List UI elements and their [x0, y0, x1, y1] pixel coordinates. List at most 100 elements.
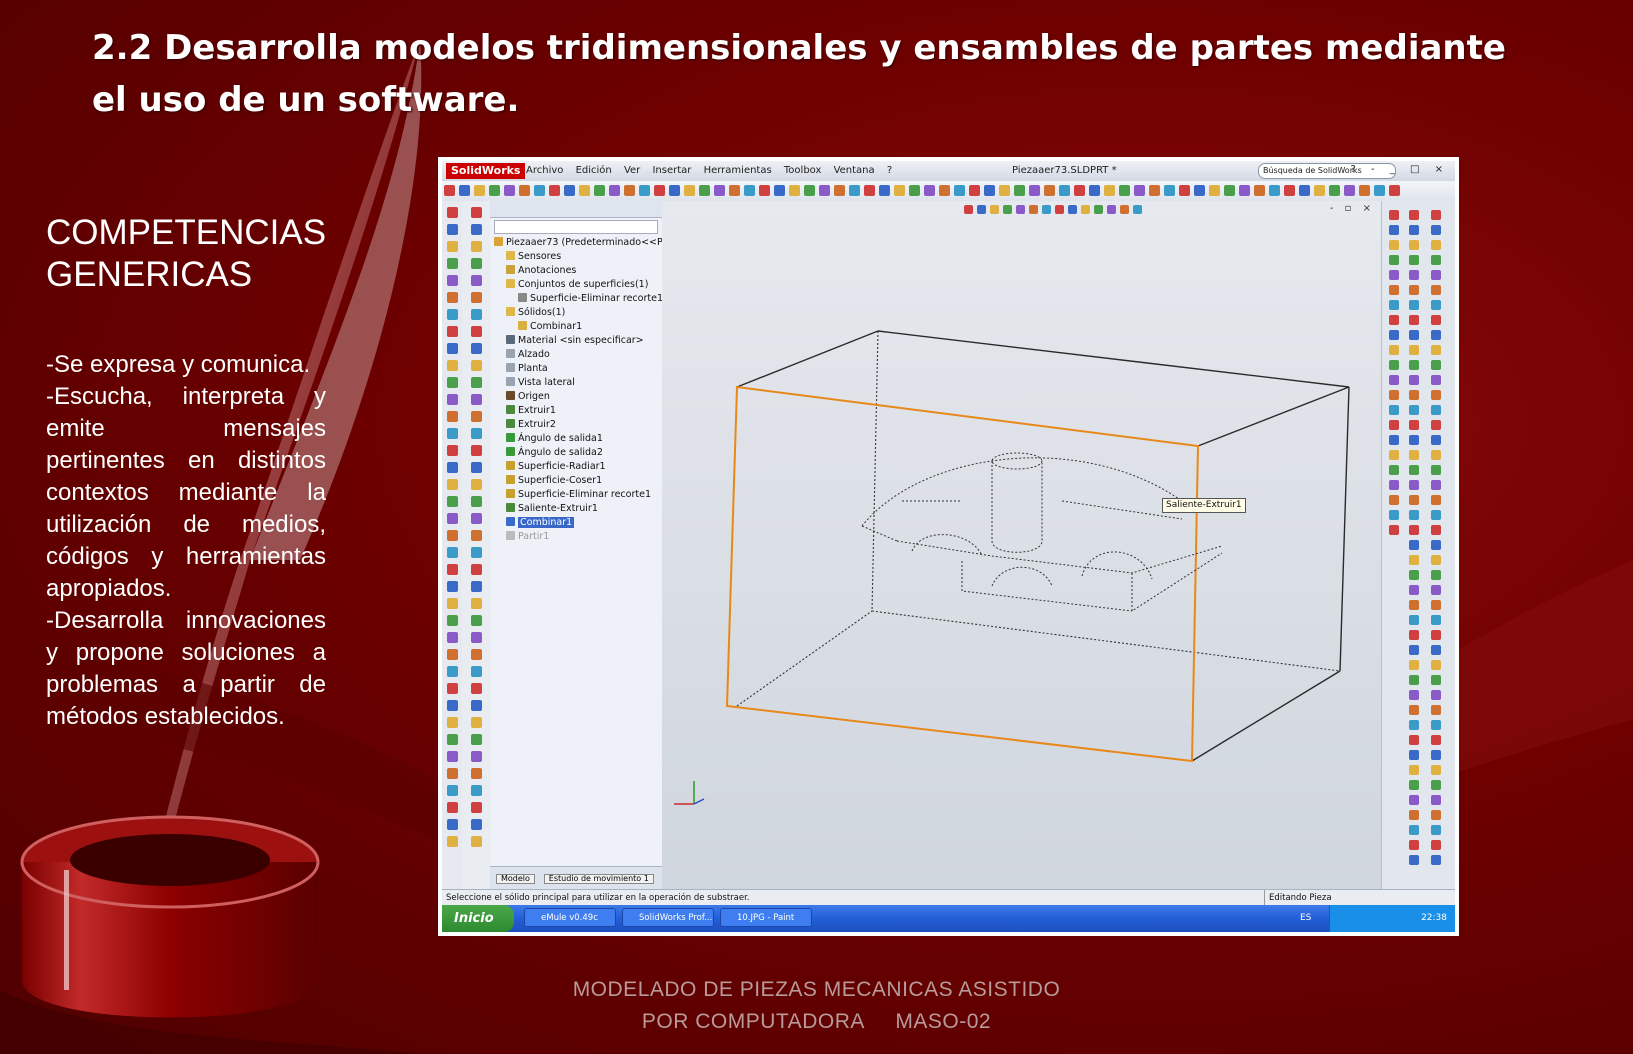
toolbar-tool-icon[interactable] — [1431, 645, 1441, 655]
tab-estudio-movimiento[interactable]: Estudio de movimiento 1 — [543, 874, 654, 884]
toolbar-tool-icon[interactable] — [1409, 240, 1419, 250]
toolbar-tool-icon[interactable] — [864, 185, 875, 196]
toolbar-tool-icon[interactable] — [470, 547, 482, 558]
toolbar-tool-icon[interactable] — [470, 700, 482, 711]
tree-item[interactable]: Alzado — [490, 348, 662, 362]
toolbar-tool-icon[interactable] — [1409, 405, 1419, 415]
toolbar-tool-icon[interactable] — [1179, 185, 1190, 196]
tree-item[interactable]: Conjuntos de superficies(1) — [490, 278, 662, 292]
toolbar-tool-icon[interactable] — [1409, 210, 1419, 220]
toolbar-tool-icon[interactable] — [1409, 390, 1419, 400]
toolbar-tool-icon[interactable] — [1254, 185, 1265, 196]
toolbar-tool-icon[interactable] — [1359, 185, 1370, 196]
toolbar-tool-icon[interactable] — [474, 185, 485, 196]
toolbar-tool-icon[interactable] — [1431, 705, 1441, 715]
toolbar-tool-icon[interactable] — [1431, 750, 1441, 760]
toolbar-tool-icon[interactable] — [1389, 240, 1399, 250]
toolbar-tool-icon[interactable] — [470, 292, 482, 303]
toolbar-tool-icon[interactable] — [1329, 185, 1340, 196]
toolbar-tool-icon[interactable] — [1389, 450, 1399, 460]
toolbar-tool-icon[interactable] — [804, 185, 815, 196]
toolbar-tool-icon[interactable] — [1119, 185, 1130, 196]
toolbar-tool-icon[interactable] — [446, 700, 458, 711]
toolbar-tool-icon[interactable] — [1389, 330, 1399, 340]
toolbar-tool-icon[interactable] — [1409, 480, 1419, 490]
toolbar-tool-icon[interactable] — [446, 394, 458, 405]
toolbar-tool-icon[interactable] — [1389, 225, 1399, 235]
tree-item[interactable]: Sólidos(1) — [490, 306, 662, 320]
tree-item[interactable]: Material <sin especificar> — [490, 334, 662, 348]
toolbar-tool-icon[interactable] — [470, 717, 482, 728]
toolbar-tool-icon[interactable] — [1409, 420, 1419, 430]
solidworks-logo[interactable]: SolidWorks — [446, 163, 526, 179]
toolbar-tool-icon[interactable] — [1059, 185, 1070, 196]
toolbar-tool-icon[interactable] — [446, 207, 458, 218]
toolbar-tool-icon[interactable] — [654, 185, 665, 196]
toolbar-tool-icon[interactable] — [1431, 375, 1441, 385]
tree-item[interactable]: Sensores — [490, 250, 662, 264]
toolbar-tool-icon[interactable] — [1431, 255, 1441, 265]
toolbar-tool-icon[interactable] — [1389, 315, 1399, 325]
menu-help[interactable]: ? — [887, 165, 892, 176]
toolbar-tool-icon[interactable] — [1431, 825, 1441, 835]
toolbar-tool-icon[interactable] — [1431, 795, 1441, 805]
toolbar-tool-icon[interactable] — [1431, 555, 1441, 565]
toolbar-tool-icon[interactable] — [1409, 555, 1419, 565]
taskbar-solidworks[interactable]: SolidWorks Prof... — [622, 908, 714, 927]
toolbar-tool-icon[interactable] — [470, 207, 482, 218]
toolbar-tool-icon[interactable] — [470, 462, 482, 473]
toolbar-tool-icon[interactable] — [1389, 285, 1399, 295]
toolbar-tool-icon[interactable] — [446, 751, 458, 762]
toolbar-tool-icon[interactable] — [470, 768, 482, 779]
toolbar-tool-icon[interactable] — [1431, 300, 1441, 310]
toolbar-tool-icon[interactable] — [1431, 345, 1441, 355]
toolbar-tool-icon[interactable] — [1431, 765, 1441, 775]
toolbar-tool-icon[interactable] — [609, 185, 620, 196]
toolbar-tool-icon[interactable] — [1409, 795, 1419, 805]
toolbar-tool-icon[interactable] — [1409, 270, 1419, 280]
toolbar-tool-icon[interactable] — [1431, 285, 1441, 295]
toolbar-tool-icon[interactable] — [1239, 185, 1250, 196]
toolbar-tool-icon[interactable] — [1431, 720, 1441, 730]
toolbar-tool-icon[interactable] — [1431, 480, 1441, 490]
tree-filter-input[interactable] — [494, 220, 658, 234]
toolbar-tool-icon[interactable] — [446, 224, 458, 235]
toolbar-tool-icon[interactable] — [1409, 300, 1419, 310]
toolbar-tool-icon[interactable] — [1409, 450, 1419, 460]
toolbar-tool-icon[interactable] — [1409, 780, 1419, 790]
toolbar-tool-icon[interactable] — [1389, 300, 1399, 310]
toolbar-tool-icon[interactable] — [446, 785, 458, 796]
toolbar-tool-icon[interactable] — [446, 598, 458, 609]
toolbar-tool-icon[interactable] — [470, 683, 482, 694]
toolbar-tool-icon[interactable] — [504, 185, 515, 196]
toolbar-tool-icon[interactable] — [1409, 825, 1419, 835]
manager-tabs[interactable] — [490, 201, 662, 218]
toolbar-tool-icon[interactable] — [744, 185, 755, 196]
toolbar-tool-icon[interactable] — [446, 615, 458, 626]
graphics-viewport[interactable]: - ▫ × Saliente-Extruir1 — [662, 201, 1381, 889]
toolbar-tool-icon[interactable] — [1431, 360, 1441, 370]
toolbar-tool-icon[interactable] — [1409, 330, 1419, 340]
toolbar-tool-icon[interactable] — [1044, 185, 1055, 196]
toolbar-tool-icon[interactable] — [1409, 315, 1419, 325]
toolbar-tool-icon[interactable] — [1104, 185, 1115, 196]
toolbar-tool-icon[interactable] — [1389, 465, 1399, 475]
tree-item[interactable]: Extruir2 — [490, 418, 662, 432]
toolbar-tool-icon[interactable] — [1409, 525, 1419, 535]
menu-archivo[interactable]: Archivo — [526, 165, 563, 176]
toolbar-tool-icon[interactable] — [1409, 600, 1419, 610]
toolbar-tool-icon[interactable] — [969, 185, 980, 196]
toolbar-tool-icon[interactable] — [470, 632, 482, 643]
toolbar-tool-icon[interactable] — [984, 185, 995, 196]
toolbar-tool-icon[interactable] — [1389, 185, 1400, 196]
tree-item[interactable]: Extruir1 — [490, 404, 662, 418]
toolbar-tool-icon[interactable] — [446, 309, 458, 320]
toolbar-tool-icon[interactable] — [446, 819, 458, 830]
toolbar-tool-icon[interactable] — [1389, 210, 1399, 220]
menu-ventana[interactable]: Ventana — [834, 165, 875, 176]
language-indicator[interactable]: ES — [1300, 905, 1311, 932]
toolbar-tool-icon[interactable] — [894, 185, 905, 196]
toolbar-tool-icon[interactable] — [470, 326, 482, 337]
toolbar-tool-icon[interactable] — [1431, 570, 1441, 580]
toolbar-tool-icon[interactable] — [1409, 345, 1419, 355]
